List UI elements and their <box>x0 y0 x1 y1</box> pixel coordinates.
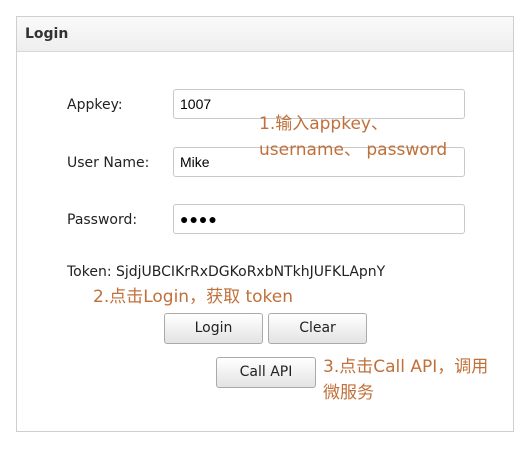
password-input[interactable]: ●●●● <box>173 204 465 234</box>
call-api-button[interactable]: Call API <box>216 357 316 388</box>
login-button[interactable]: Login <box>164 313 263 344</box>
panel-title: Login <box>17 17 513 52</box>
annotation-step2: 2.点击Login，获取 token <box>93 287 294 307</box>
annotation-step3: 3.点击Call API，调用 微服务 <box>323 354 488 407</box>
token-text: Token: SjdjUBCIKrRxDGKoRxbNTkhJUFKLApnY <box>67 264 386 280</box>
annotation-step3-line1: 3.点击Call API，调用 <box>323 357 489 377</box>
annotation-step3-line2: 微服务 <box>323 383 374 404</box>
appkey-label: Appkey: <box>67 97 123 113</box>
username-label: User Name: <box>67 155 150 171</box>
clear-button[interactable]: Clear <box>268 313 367 344</box>
annotation-step1: 1.输入appkey、 username、 password <box>259 111 447 164</box>
annotation-step1-line2: username、 password <box>259 140 448 161</box>
password-label: Password: <box>67 212 138 228</box>
annotation-step1-line1: 1.输入appkey、 <box>259 114 388 134</box>
